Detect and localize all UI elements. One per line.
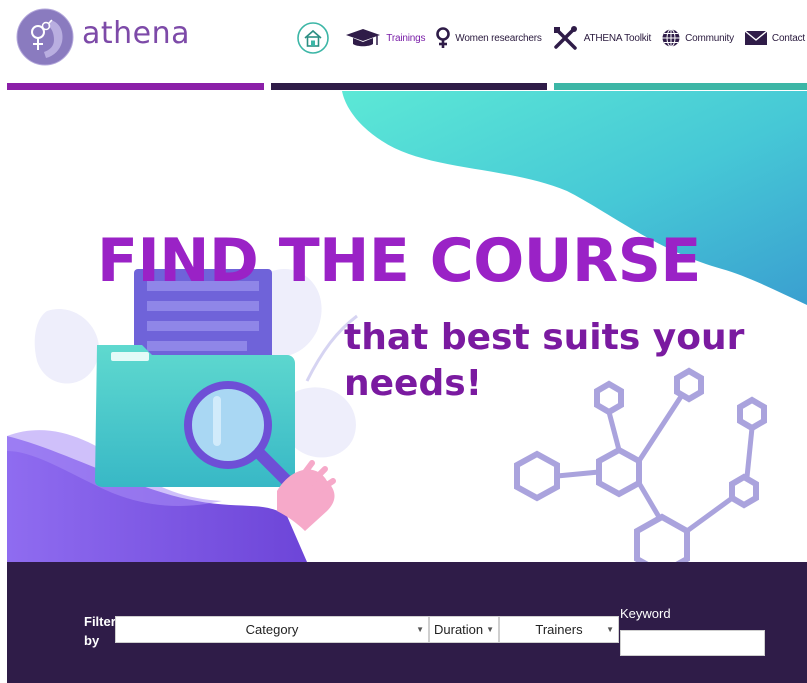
keyword-input[interactable] (620, 630, 765, 656)
nav-item-community[interactable]: Community (661, 28, 734, 48)
category-select[interactable]: Category ▼ (115, 616, 429, 643)
home-icon (296, 21, 330, 55)
trainers-select[interactable]: Trainers ▼ (499, 616, 619, 643)
site-header: athena Trainings Women researchers ATHEN… (0, 0, 807, 82)
hero-banner: FIND THE COURSE that best suits your nee… (7, 91, 807, 562)
tools-icon (552, 25, 580, 51)
globe-icon (661, 28, 681, 48)
nav-item-women-researchers[interactable]: Women researchers (435, 26, 542, 50)
duration-select-value: Duration (434, 622, 484, 637)
nav-item-label: Women researchers (455, 32, 542, 44)
color-stripes (0, 83, 807, 91)
course-filter-bar: Filter by Category ▼ Duration ▼ Trainers… (7, 562, 807, 683)
nav-item-label: Community (685, 32, 734, 44)
category-select-value: Category (245, 622, 299, 637)
nav-item-athena-toolkit[interactable]: ATHENA Toolkit (552, 25, 651, 51)
duration-select[interactable]: Duration ▼ (429, 616, 499, 643)
female-symbol-icon (435, 26, 451, 50)
trainers-select-value: Trainers (535, 622, 583, 637)
hero-headline: FIND THE COURSE (97, 226, 701, 296)
dropdown-arrow-icon: ▼ (416, 625, 424, 634)
nav-item-label: ATHENA Toolkit (583, 32, 652, 44)
stripe-teal (554, 83, 807, 90)
dropdown-arrow-icon: ▼ (606, 625, 614, 634)
main-navigation: Trainings Women researchers ATHENA Toolk… (296, 20, 805, 56)
nav-item-label: Contact (771, 32, 805, 44)
nav-item-home[interactable] (296, 21, 334, 55)
brand-name[interactable]: athena (82, 16, 190, 51)
stripe-purple (7, 83, 264, 90)
nav-item-label: Trainings (386, 32, 426, 44)
nav-item-trainings[interactable]: Trainings (344, 26, 425, 50)
athena-logo-icon[interactable] (16, 8, 74, 66)
filter-by-label: Filter by (84, 614, 116, 648)
envelope-icon (744, 29, 768, 47)
stripe-dark (271, 83, 547, 90)
nav-item-contact[interactable]: Contact (744, 29, 805, 47)
graduation-cap-icon (344, 26, 382, 50)
keyword-label: Keyword (620, 606, 671, 621)
dropdown-arrow-icon: ▼ (486, 625, 494, 634)
hero-subheadline: that best suits your needs! (344, 317, 745, 404)
